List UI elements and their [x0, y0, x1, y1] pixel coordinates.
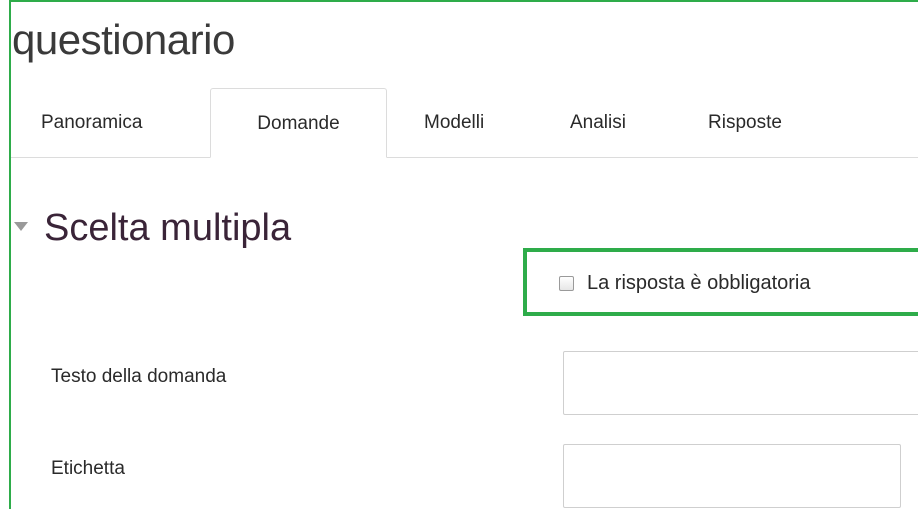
tab-risposte[interactable]: Risposte	[708, 88, 782, 158]
required-checkbox-row[interactable]: La risposta è obbligatoria	[559, 272, 810, 295]
section-header[interactable]: Scelta multipla	[11, 198, 291, 258]
section-title: Scelta multipla	[44, 206, 292, 249]
required-checkbox[interactable]	[559, 276, 574, 291]
required-checkbox-label: La risposta è obbligatoria	[587, 272, 811, 294]
tab-bar: Panoramica Domande Modelli Analisi Rispo…	[11, 88, 918, 158]
tag-label: Etichetta	[51, 458, 125, 479]
tab-analisi[interactable]: Analisi	[570, 88, 626, 158]
page-title: questionario	[12, 16, 235, 63]
tab-panoramica[interactable]: Panoramica	[41, 88, 142, 158]
caret-down-icon[interactable]	[14, 221, 28, 231]
tag-input[interactable]	[563, 444, 901, 508]
question-text-label: Testo della domanda	[51, 366, 227, 387]
tab-domande[interactable]: Domande	[210, 88, 387, 158]
question-text-input[interactable]	[563, 351, 918, 415]
tab-modelli[interactable]: Modelli	[424, 88, 484, 158]
main-frame: questionario Panoramica Domande Modelli …	[9, 0, 918, 509]
